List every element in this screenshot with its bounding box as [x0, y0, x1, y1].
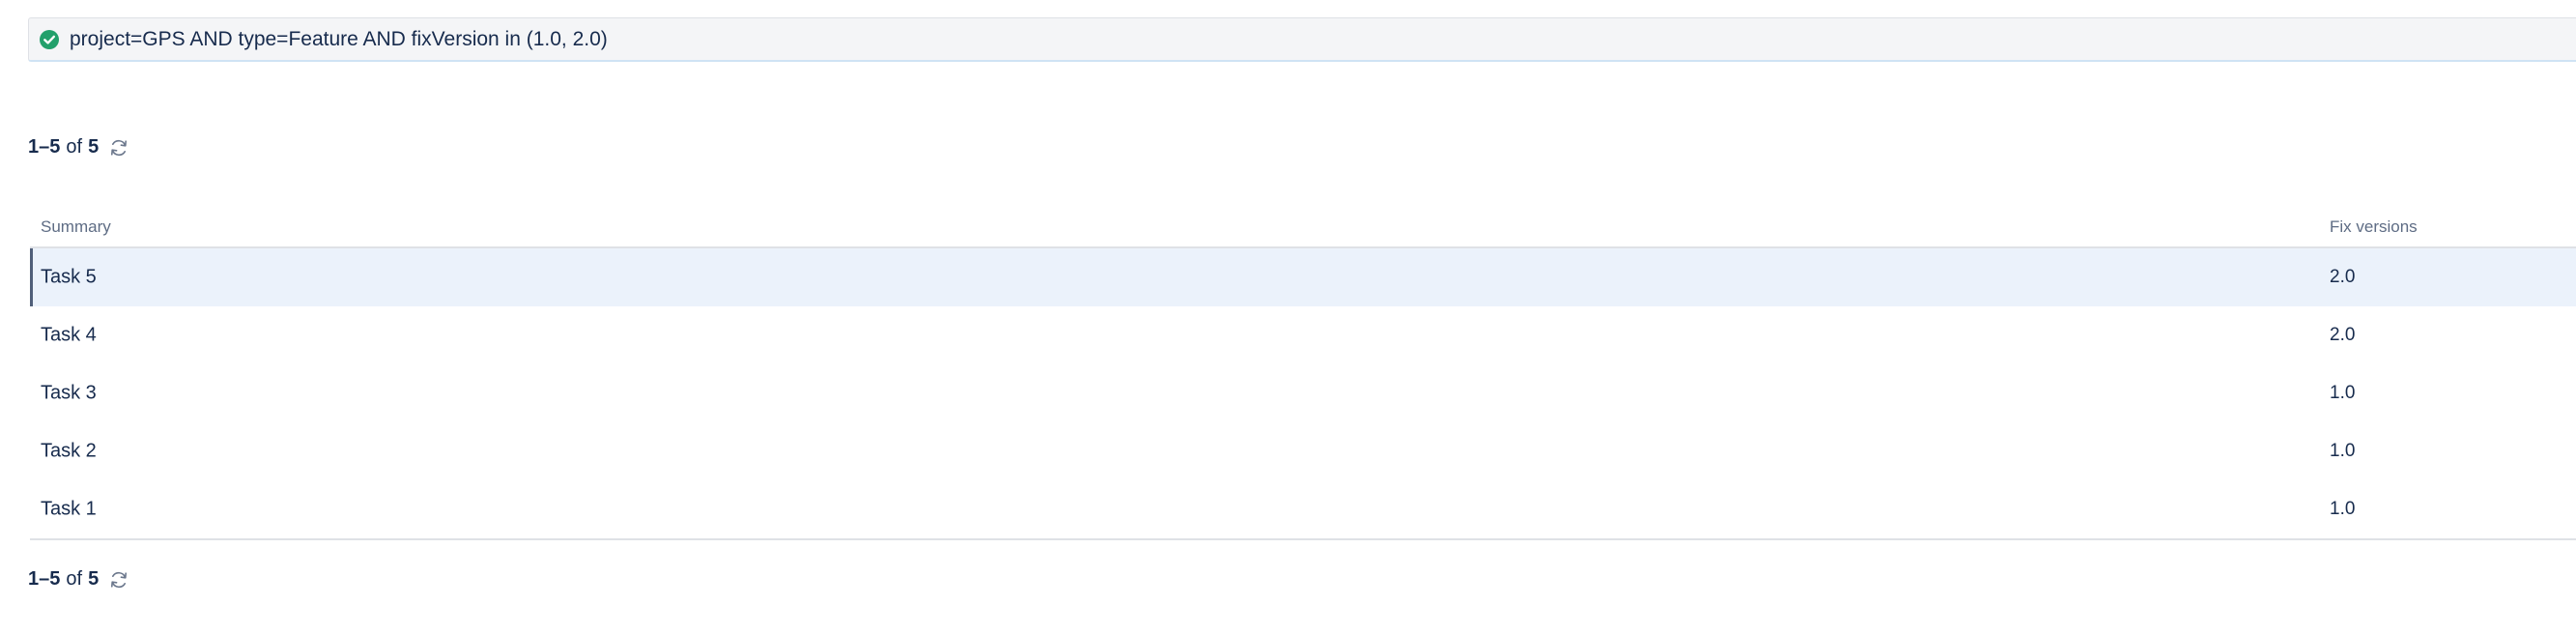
pagination-of-label: of — [66, 136, 83, 158]
table-row[interactable]: Task 3 1.0 — [30, 364, 2576, 422]
pagination-range: 1–5 — [28, 136, 61, 158]
jql-query-text: project=GPS AND type=Feature AND fixVers… — [70, 27, 608, 50]
pagination-count-top: 1–5 of 5 — [28, 136, 129, 159]
fix-versions-cell: 1.0 — [2330, 383, 2356, 403]
table-header-row: Summary Fix versions — [30, 207, 2576, 248]
pagination-count-bottom: 1–5 of 5 — [28, 568, 129, 591]
summary-cell[interactable]: Task 2 — [41, 441, 97, 463]
summary-cell[interactable]: Task 5 — [41, 267, 97, 289]
table-bottom-border — [30, 538, 2576, 540]
jql-query-bar[interactable]: project=GPS AND type=Feature AND fixVers… — [28, 17, 2576, 62]
issue-search-page: project=GPS AND type=Feature AND fixVers… — [0, 0, 2576, 635]
refresh-icon[interactable] — [108, 569, 129, 591]
summary-cell[interactable]: Task 4 — [41, 325, 97, 347]
check-circle-icon — [39, 29, 60, 50]
table-row[interactable]: Task 2 1.0 — [30, 422, 2576, 480]
column-header-summary[interactable]: Summary — [41, 217, 111, 237]
table-row[interactable]: Task 1 1.0 — [30, 480, 2576, 538]
table-row[interactable]: Task 5 2.0 — [30, 248, 2576, 306]
pagination-total: 5 — [88, 136, 100, 158]
pagination-range: 1–5 — [28, 568, 61, 590]
issue-table: Summary Fix versions Task 5 2.0 Task 4 2… — [30, 207, 2576, 540]
pagination-total: 5 — [88, 568, 100, 590]
pagination-of-label: of — [66, 568, 83, 590]
column-header-fix-versions[interactable]: Fix versions — [2330, 217, 2418, 237]
refresh-icon[interactable] — [108, 137, 129, 159]
summary-cell[interactable]: Task 3 — [41, 383, 97, 405]
summary-cell[interactable]: Task 1 — [41, 499, 97, 521]
fix-versions-cell: 2.0 — [2330, 267, 2356, 287]
fix-versions-cell: 1.0 — [2330, 441, 2356, 461]
table-row[interactable]: Task 4 2.0 — [30, 306, 2576, 364]
fix-versions-cell: 2.0 — [2330, 325, 2356, 345]
fix-versions-cell: 1.0 — [2330, 499, 2356, 519]
